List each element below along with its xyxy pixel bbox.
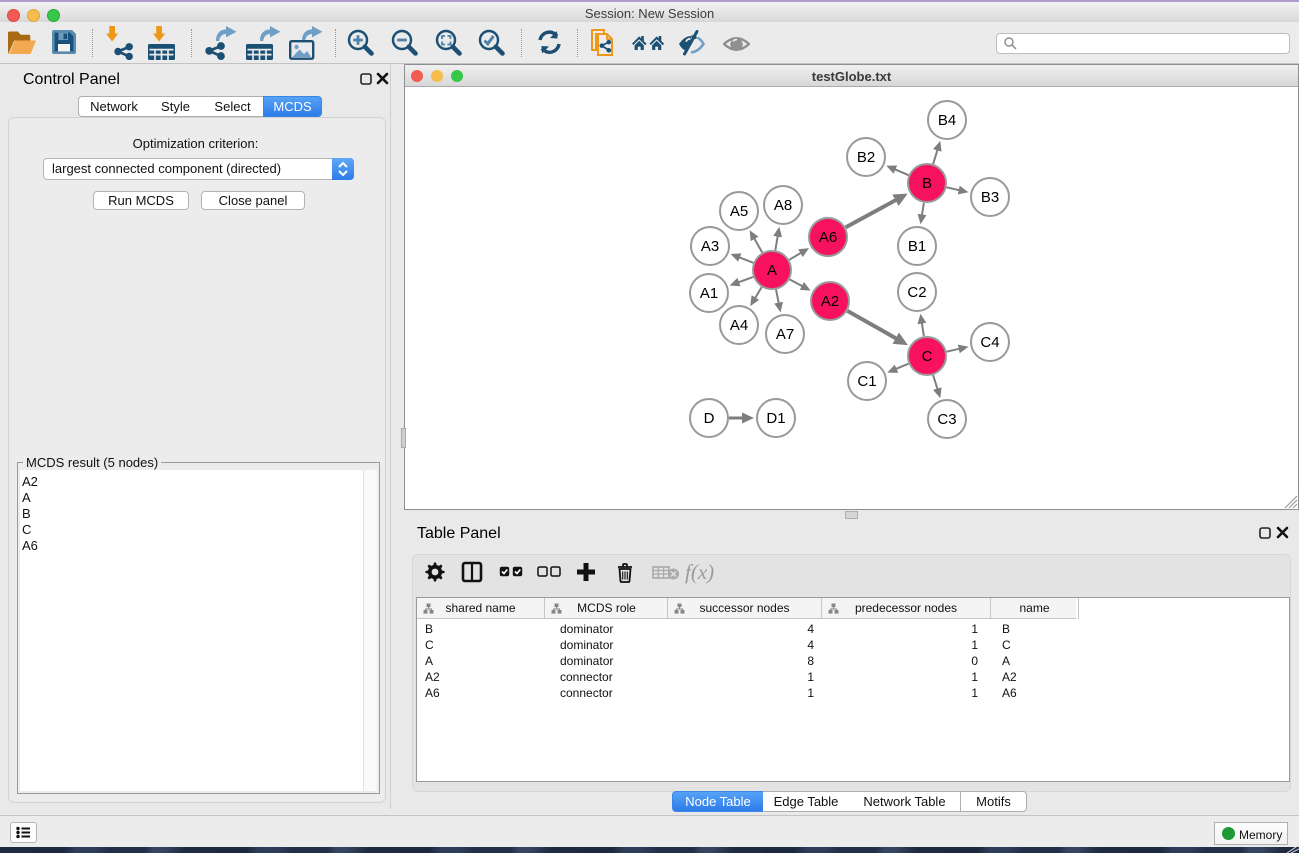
svg-text:A8: A8 bbox=[774, 197, 792, 214]
svg-text:B4: B4 bbox=[938, 112, 956, 129]
svg-text:A5: A5 bbox=[730, 203, 748, 220]
svg-text:C4: C4 bbox=[980, 334, 999, 351]
svg-text:A1: A1 bbox=[700, 285, 718, 302]
svg-text:A: A bbox=[767, 262, 777, 279]
svg-text:B: B bbox=[922, 175, 932, 192]
svg-text:C1: C1 bbox=[857, 373, 876, 390]
svg-text:A3: A3 bbox=[701, 238, 719, 255]
svg-text:A2: A2 bbox=[821, 293, 839, 310]
svg-text:D1: D1 bbox=[766, 410, 785, 427]
svg-text:A4: A4 bbox=[730, 317, 748, 334]
svg-text:B1: B1 bbox=[908, 238, 926, 255]
svg-text:B2: B2 bbox=[857, 149, 875, 166]
svg-text:A7: A7 bbox=[776, 326, 794, 343]
svg-text:C2: C2 bbox=[907, 284, 926, 301]
svg-text:B3: B3 bbox=[981, 189, 999, 206]
svg-text:D: D bbox=[704, 410, 715, 427]
svg-text:A6: A6 bbox=[819, 229, 837, 246]
svg-text:C3: C3 bbox=[937, 411, 956, 428]
svg-text:C: C bbox=[922, 348, 933, 365]
